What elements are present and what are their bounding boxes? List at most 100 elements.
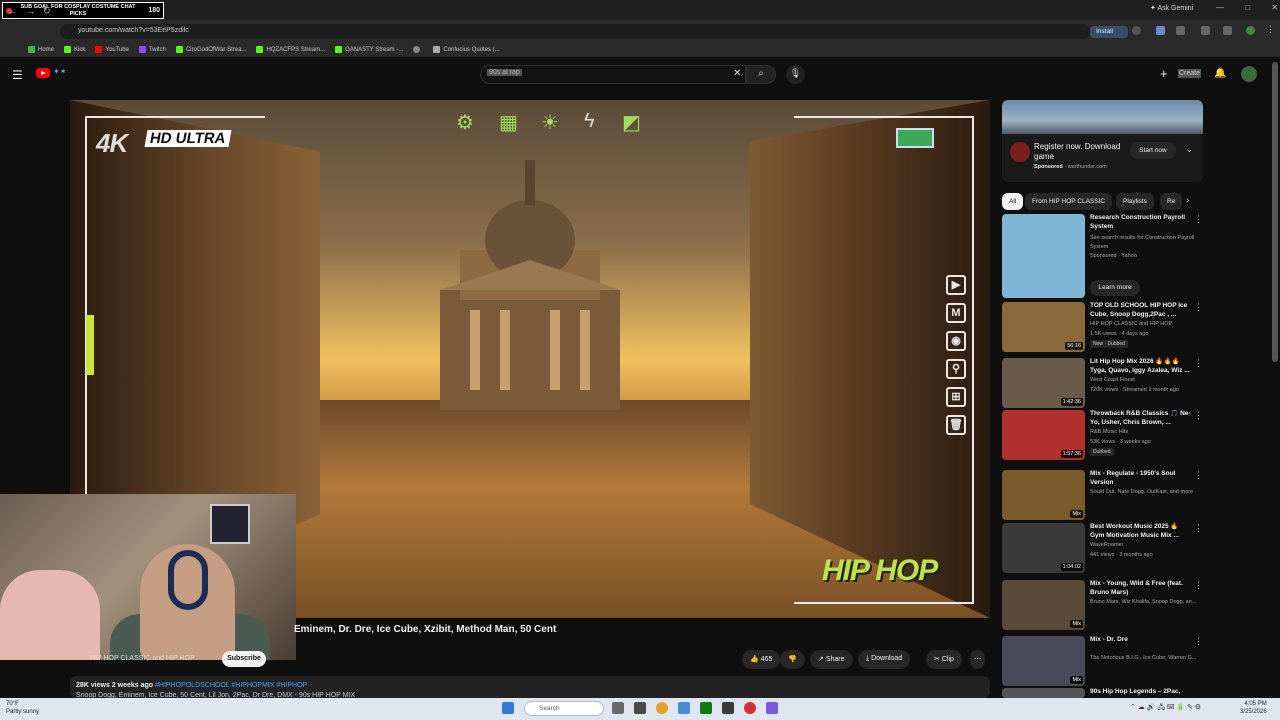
video-thumbnail[interactable]: Mix	[1002, 470, 1085, 520]
clip-button[interactable]: ✂ Clip	[926, 650, 962, 669]
chevron-right-icon[interactable]: ›	[1186, 195, 1189, 206]
bookmark-item[interactable]: GANASTY Stream -...	[335, 46, 403, 53]
search-input[interactable]: 90s ai rap	[480, 65, 746, 84]
more-options-icon[interactable]: ⋮	[1194, 636, 1203, 647]
bookmark-item[interactable]: YouTube	[95, 46, 129, 53]
video-thumbnail[interactable]: Mix	[1002, 580, 1085, 630]
hamburger-menu-icon[interactable]: ☰	[12, 68, 23, 82]
widgets-icon[interactable]	[634, 702, 646, 714]
extension-icon[interactable]	[1156, 26, 1165, 35]
video-thumbnail[interactable]: 1:42:36	[1002, 358, 1085, 408]
chip-playlists[interactable]: Playlists	[1116, 193, 1154, 210]
window-controls: — □ ✕	[1216, 3, 1278, 12]
bookmark-item[interactable]: Kick	[64, 46, 85, 53]
recommendation-title[interactable]: Mix - Young, Wild & Free (feat. Bruno Ma…	[1090, 580, 1194, 597]
search-button[interactable]: ⌕	[746, 65, 776, 84]
recommendation-title[interactable]: Best Workout Music 2025 🔥 Gym Motivation…	[1090, 523, 1194, 540]
address-bar[interactable]: youtube.com/watch?v=53EeP5zdilc	[60, 24, 1090, 39]
download-button[interactable]: ⤓ Download	[858, 650, 911, 669]
system-tray-icons[interactable]: ⌃ ☁ 🔊 🖧 ⌨ 🔋 ✎ ⚙	[1130, 703, 1201, 714]
hashtags[interactable]: #HIPHOPOLDSCHOOL #HIPHOPMIX #HIPHOP	[155, 682, 307, 689]
recommendation-title[interactable]: Mix - Regulate - 1950's Soul Version	[1090, 470, 1194, 487]
app-icon[interactable]	[678, 702, 690, 714]
maximize-icon[interactable]: □	[1245, 3, 1250, 12]
share-button[interactable]: ↗ Share	[810, 650, 853, 669]
ask-gemini-button[interactable]: ✦ Ask Gemini	[1150, 4, 1193, 12]
notifications-bell-icon[interactable]: 🔔	[1214, 68, 1226, 79]
bookmark-star-icon[interactable]	[1132, 26, 1141, 35]
clear-search-icon[interactable]: ✕	[733, 68, 741, 79]
menu-dots-icon[interactable]: ⋮	[1266, 24, 1275, 35]
learn-more-button[interactable]: Learn more	[1090, 280, 1140, 296]
bookmark-item[interactable]: Twitch	[138, 46, 166, 53]
chip-related[interactable]: Re	[1160, 193, 1183, 210]
flash-icon: ϟ	[584, 110, 595, 132]
recommendation-title[interactable]: Mix - Dr. Dre	[1090, 636, 1194, 645]
create-button[interactable]: Create	[1178, 69, 1202, 78]
more-options-icon[interactable]: ⋮	[1194, 470, 1203, 481]
obs-icon[interactable]	[744, 702, 756, 714]
bookmark-item[interactable]: Home	[28, 46, 54, 53]
more-options-icon[interactable]: ⋮	[1194, 523, 1203, 534]
more-actions-button[interactable]: ⋯	[970, 650, 985, 669]
video-thumbnail[interactable]: 1:57:36	[1002, 410, 1085, 460]
create-plus-icon[interactable]: +	[1160, 66, 1168, 81]
puzzle-icon[interactable]	[1176, 26, 1185, 35]
voice-search-button[interactable]: 🎙	[786, 65, 805, 84]
chip-from-channel[interactable]: From HIP HOP CLASSIC	[1025, 193, 1113, 210]
profile-icon[interactable]	[1246, 26, 1255, 35]
discord-icon[interactable]	[766, 702, 778, 714]
video-thumbnail[interactable]: Mix	[1002, 636, 1085, 686]
download-icon[interactable]	[1223, 26, 1232, 35]
scrollbar[interactable]	[1272, 62, 1278, 362]
recommendation-title[interactable]: 90s Hip Hop Legends – 2Pac,	[1090, 688, 1194, 697]
task-view-icon[interactable]	[612, 702, 624, 714]
video-thumbnail[interactable]: 56:16	[1002, 302, 1085, 352]
video-thumbnail[interactable]	[1002, 214, 1085, 298]
forward-icon[interactable]: →	[26, 6, 35, 16]
bookmark-item[interactable]: Confucius Quotes (...	[433, 46, 500, 53]
recommendation-title[interactable]: Lit Hip Hop Mix 2026 🔥🔥🔥 Tyga, Quavo, Ig…	[1090, 358, 1194, 375]
recommendation-title[interactable]: Research Construction Payroll System	[1090, 214, 1194, 231]
start-now-button[interactable]: Start now	[1130, 142, 1176, 159]
channel-name[interactable]: HIP HOP CLASSIC and HIP HOP	[90, 655, 195, 662]
weather-widget[interactable]: 70°F Partly sunny	[6, 700, 39, 716]
views-and-age: 28K views 2 weeks ago	[76, 682, 154, 689]
recommendation-title[interactable]: TOP OLD SCHOOL HIP HOP Ice Cube, Snoop D…	[1090, 302, 1194, 319]
xbox-icon[interactable]	[700, 702, 712, 714]
steam-icon[interactable]	[722, 702, 734, 714]
sidebar-icon[interactable]	[1201, 26, 1210, 35]
youtube-logo-icon[interactable]	[36, 68, 50, 78]
recommendation-title[interactable]: Throwback R&B Classics 🎵 Ne-Yo, Usher, C…	[1090, 410, 1194, 427]
chip-all[interactable]: All	[1002, 193, 1024, 210]
start-windows-icon[interactable]	[502, 702, 514, 714]
chrome-icon[interactable]	[656, 702, 668, 714]
description-box[interactable]: 28K views 2 weeks ago #HIPHOPOLDSCHOOL #…	[70, 676, 990, 699]
video-thumbnail[interactable]: 1:04:02	[1002, 523, 1085, 573]
recommendation-channel: Sould Out, Nate Dogg, OutKast, and more	[1090, 489, 1194, 495]
bookmark-item[interactable]: CiroGodOfWar Strea...	[175, 46, 246, 53]
taskbar-search-input[interactable]: Search	[524, 701, 604, 716]
share-icon: ↗	[818, 656, 824, 663]
dislike-button[interactable]: 👎	[780, 650, 805, 669]
bookmark-item[interactable]	[413, 46, 423, 53]
bookmark-item[interactable]: HQZACFPS Stream...	[256, 46, 325, 53]
more-options-icon[interactable]: ⋮	[1194, 580, 1203, 591]
sponsored-ad-card[interactable]: Register now. Download game Sponsored · …	[1002, 100, 1203, 182]
video-thumbnail[interactable]	[1002, 688, 1085, 698]
more-options-icon[interactable]: ⋮	[1194, 302, 1203, 313]
chevron-down-icon[interactable]: ⌄	[1186, 145, 1193, 154]
install-button[interactable]: Install	[1090, 26, 1128, 38]
more-options-icon[interactable]: ⋮	[1194, 410, 1203, 421]
recommendation-channel: WaveRoamer	[1090, 542, 1124, 548]
more-options-icon[interactable]: ⋮	[1194, 214, 1203, 225]
more-options-icon[interactable]: ⋮	[1194, 358, 1203, 369]
back-icon[interactable]: ←	[8, 6, 17, 16]
taskbar-clock[interactable]: 4:05 PM 3/25/2026	[1240, 700, 1267, 716]
account-avatar[interactable]	[1241, 66, 1257, 82]
like-button[interactable]: 👍 465	[742, 650, 781, 669]
close-icon[interactable]: ✕	[1271, 3, 1278, 12]
subscribe-button[interactable]: Subscribe	[222, 651, 266, 667]
reload-icon[interactable]: ↻	[43, 6, 51, 17]
minimize-icon[interactable]: —	[1216, 3, 1224, 12]
